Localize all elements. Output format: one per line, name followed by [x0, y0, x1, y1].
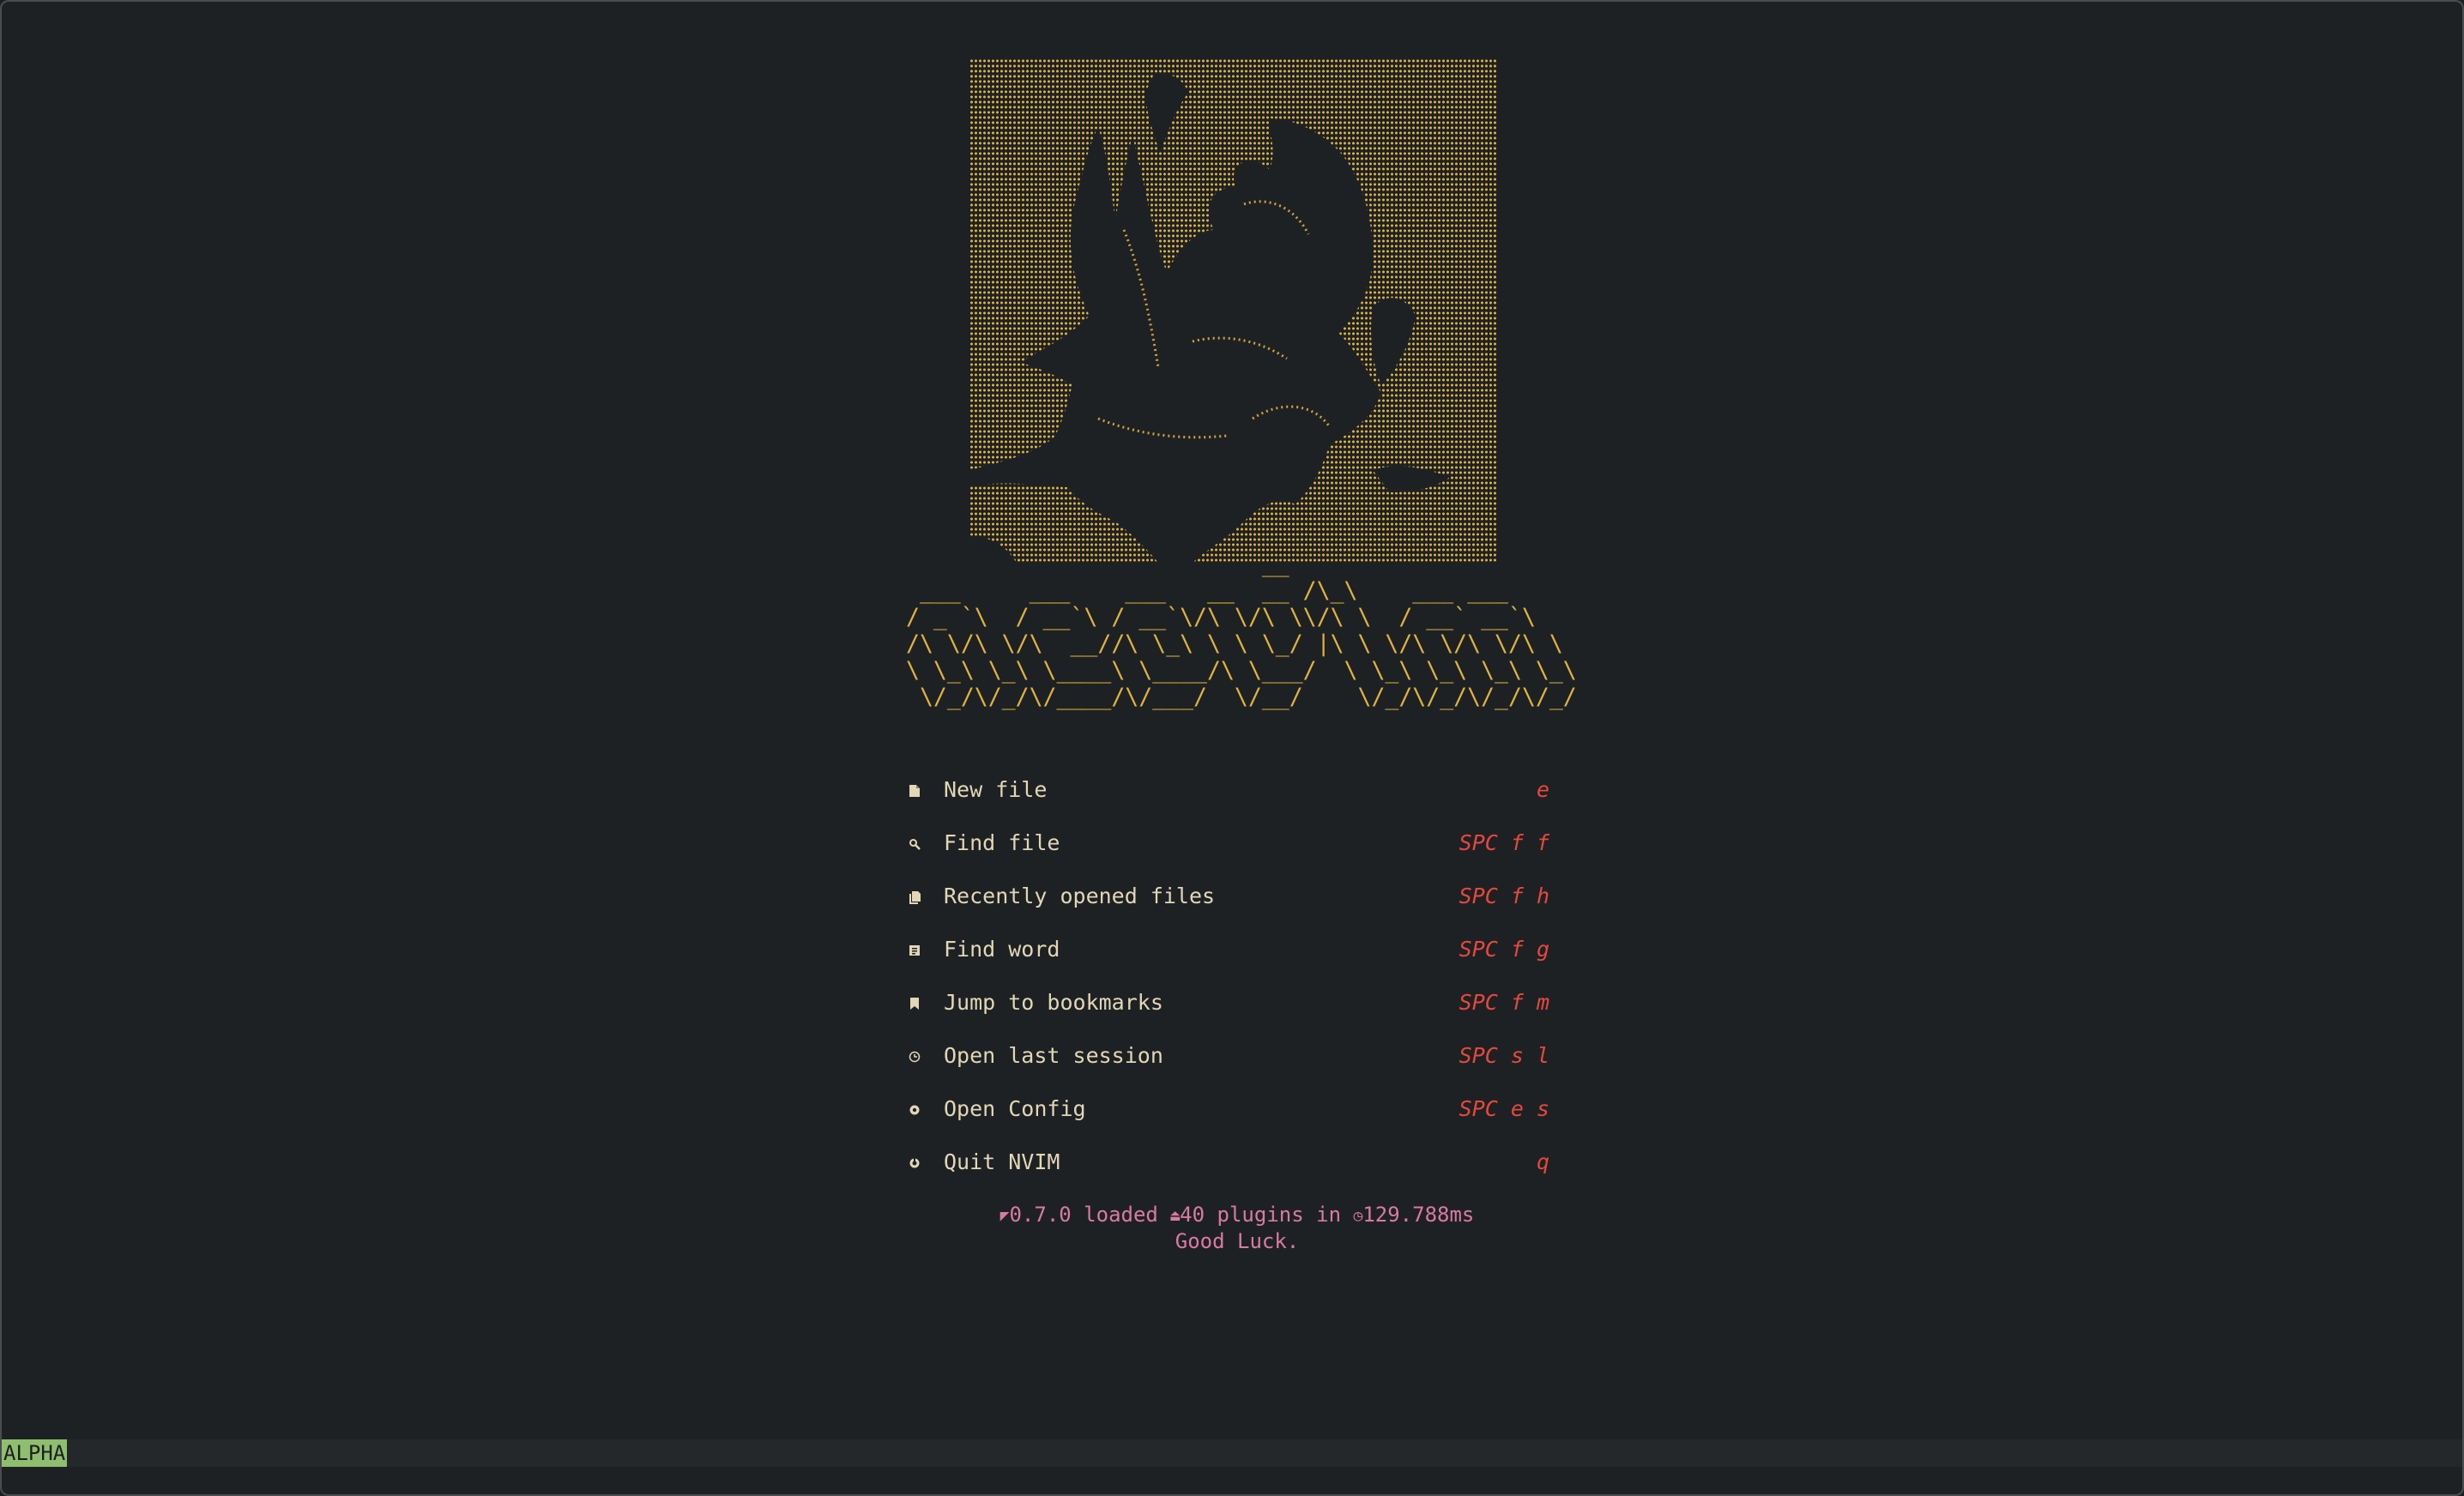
power-icon — [906, 1153, 923, 1173]
tagline: Good Luck. — [1175, 1229, 1300, 1253]
clock-icon — [906, 1047, 923, 1067]
menu-shortcut: SPC f f — [1458, 830, 1549, 855]
startup-stats: ◤0.7.0 loaded ⏏40 plugins in ◷129.788ms — [7, 1203, 2462, 1227]
menu-shortcut: SPC f m — [1458, 990, 1549, 1015]
version-icon: ◤ — [999, 1207, 1010, 1225]
menu-item-config[interactable]: Open Config SPC e s — [894, 1086, 1563, 1139]
search-icon — [906, 834, 923, 854]
menu-shortcut: q — [1536, 1149, 1549, 1174]
plugins-text: plugins in — [1217, 1203, 1342, 1227]
plugin-count: 40 — [1180, 1203, 1205, 1227]
menu-item-find-file[interactable]: Find file SPC f f — [894, 820, 1563, 873]
gear-icon — [906, 1100, 923, 1120]
knight-silhouette — [969, 73, 1450, 563]
menu-label: Jump to bookmarks — [944, 990, 1163, 1015]
word-icon — [906, 940, 923, 961]
nvim-window: __ ___ ___ ___ __ __ /\_\ ___ ___ / _ `\… — [0, 0, 2464, 1496]
statusline: ALPHA — [2, 1439, 2462, 1467]
menu-label: Quit NVIM — [944, 1149, 1060, 1174]
menu-item-recent-files[interactable]: Recently opened files SPC f h — [894, 873, 1563, 926]
ascii-art-image — [969, 58, 1496, 563]
menu-label: Find file — [944, 830, 1060, 855]
menu-item-bookmarks[interactable]: Jump to bookmarks SPC f m — [894, 980, 1563, 1033]
menu-label: Recently opened files — [944, 884, 1216, 908]
loaded-text: loaded — [1084, 1203, 1158, 1227]
files-icon — [906, 887, 923, 908]
menu-item-new-file[interactable]: New file e — [894, 767, 1563, 820]
menu-label: Open Config — [944, 1096, 1086, 1121]
menu-item-quit[interactable]: Quit NVIM q — [894, 1139, 1563, 1192]
menu-shortcut: SPC s l — [1458, 1043, 1549, 1068]
menu-item-find-word[interactable]: Find word SPC f g — [894, 926, 1563, 980]
menu-shortcut: SPC f g — [1458, 937, 1549, 962]
dashboard-menu: New file e Find file SPC f f Recently op… — [894, 767, 1563, 1192]
menu-shortcut: e — [1536, 777, 1549, 802]
file-icon — [906, 781, 923, 801]
neovim-ascii-banner: __ ___ ___ ___ __ __ /\_\ ___ ___ / _ `\… — [906, 551, 1577, 710]
timer-icon: ◷ — [1353, 1207, 1363, 1225]
menu-item-last-session[interactable]: Open last session SPC s l — [894, 1033, 1563, 1086]
plugin-icon: ⏏ — [1170, 1207, 1181, 1225]
menu-shortcut: SPC e s — [1458, 1096, 1549, 1121]
bookmark-icon — [906, 993, 923, 1014]
menu-label: Find word — [944, 937, 1060, 962]
menu-label: New file — [944, 777, 1048, 802]
nvim-version: 0.7.0 — [1009, 1203, 1072, 1227]
menu-label: Open last session — [944, 1043, 1163, 1068]
menu-shortcut: SPC f h — [1458, 884, 1549, 908]
mode-indicator: ALPHA — [2, 1439, 68, 1467]
load-time: 129.788ms — [1362, 1203, 1475, 1227]
